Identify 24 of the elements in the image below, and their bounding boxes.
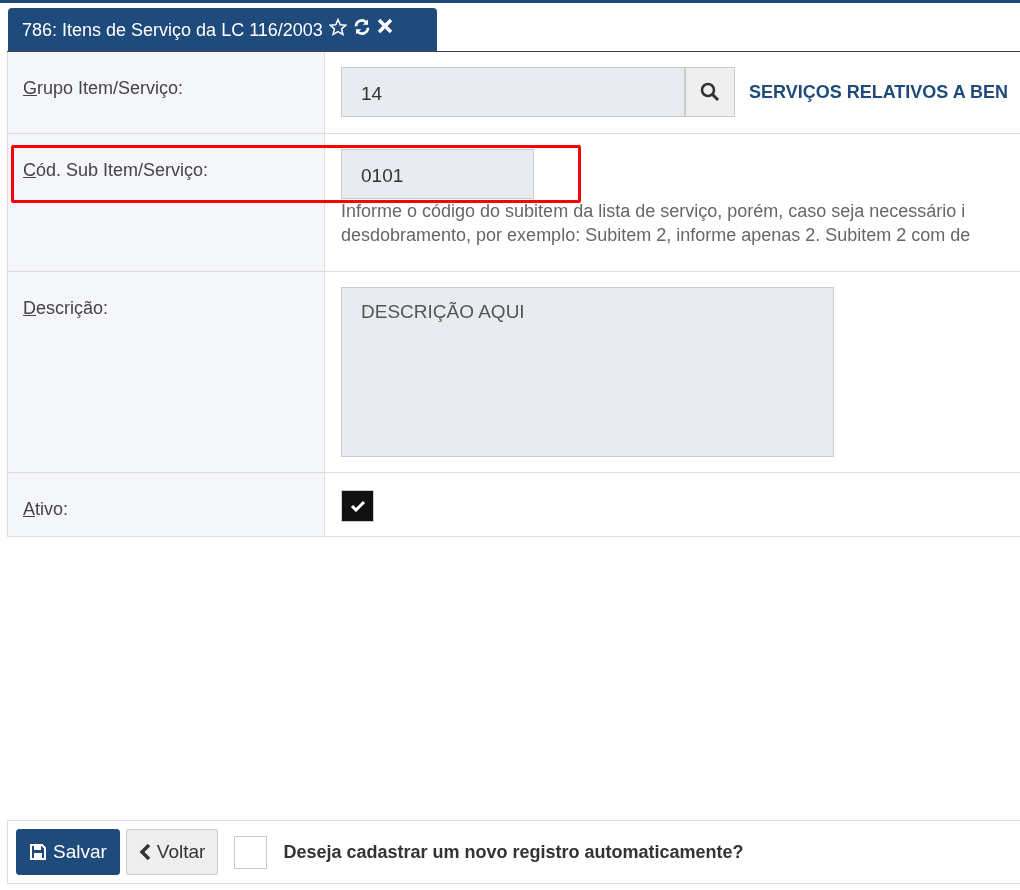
field-label: Grupo Item/Serviço: [8,52,325,134]
back-button[interactable]: Voltar [125,829,219,875]
checkbox-label: Deseja cadastrar um novo registro automaticamente? [283,841,744,863]
input-field[interactable]: 0101 [341,149,534,199]
hint-text: Informe o código do subitem da lista de serviço, porém, caso seja necessário i [341,200,967,223]
search-button[interactable] [685,67,735,117]
chevron-left-icon [138,843,151,861]
field-label: Ativo: [8,473,325,537]
tab-title: 786: Itens de Serviço da LC 116/2003 [22,20,323,41]
field-label: Descrição: [8,272,325,473]
checkbox[interactable] [341,490,374,522]
star-icon[interactable] [328,18,347,36]
group-description: SERVIÇOS RELATIVOS A BEN [749,81,1009,103]
input-field[interactable]: 14 [341,67,685,117]
tab[interactable]: 786: Itens de Serviço da LC 116/2003 [8,8,437,51]
field-label: Cód. Sub Item/Serviço: [8,134,325,272]
refresh-icon[interactable] [352,18,371,36]
hint-text: desdobramento, por exemplo: Subitem 2, informe apenas 2. Subitem 2 com de [341,224,972,247]
checkbox[interactable] [234,835,268,869]
check-icon [349,500,366,512]
close-icon[interactable] [376,18,393,34]
search-icon [700,82,720,102]
save-button[interactable]: Salvar [16,829,120,875]
text-area[interactable]: DESCRIÇÃO AQUI [341,287,834,457]
